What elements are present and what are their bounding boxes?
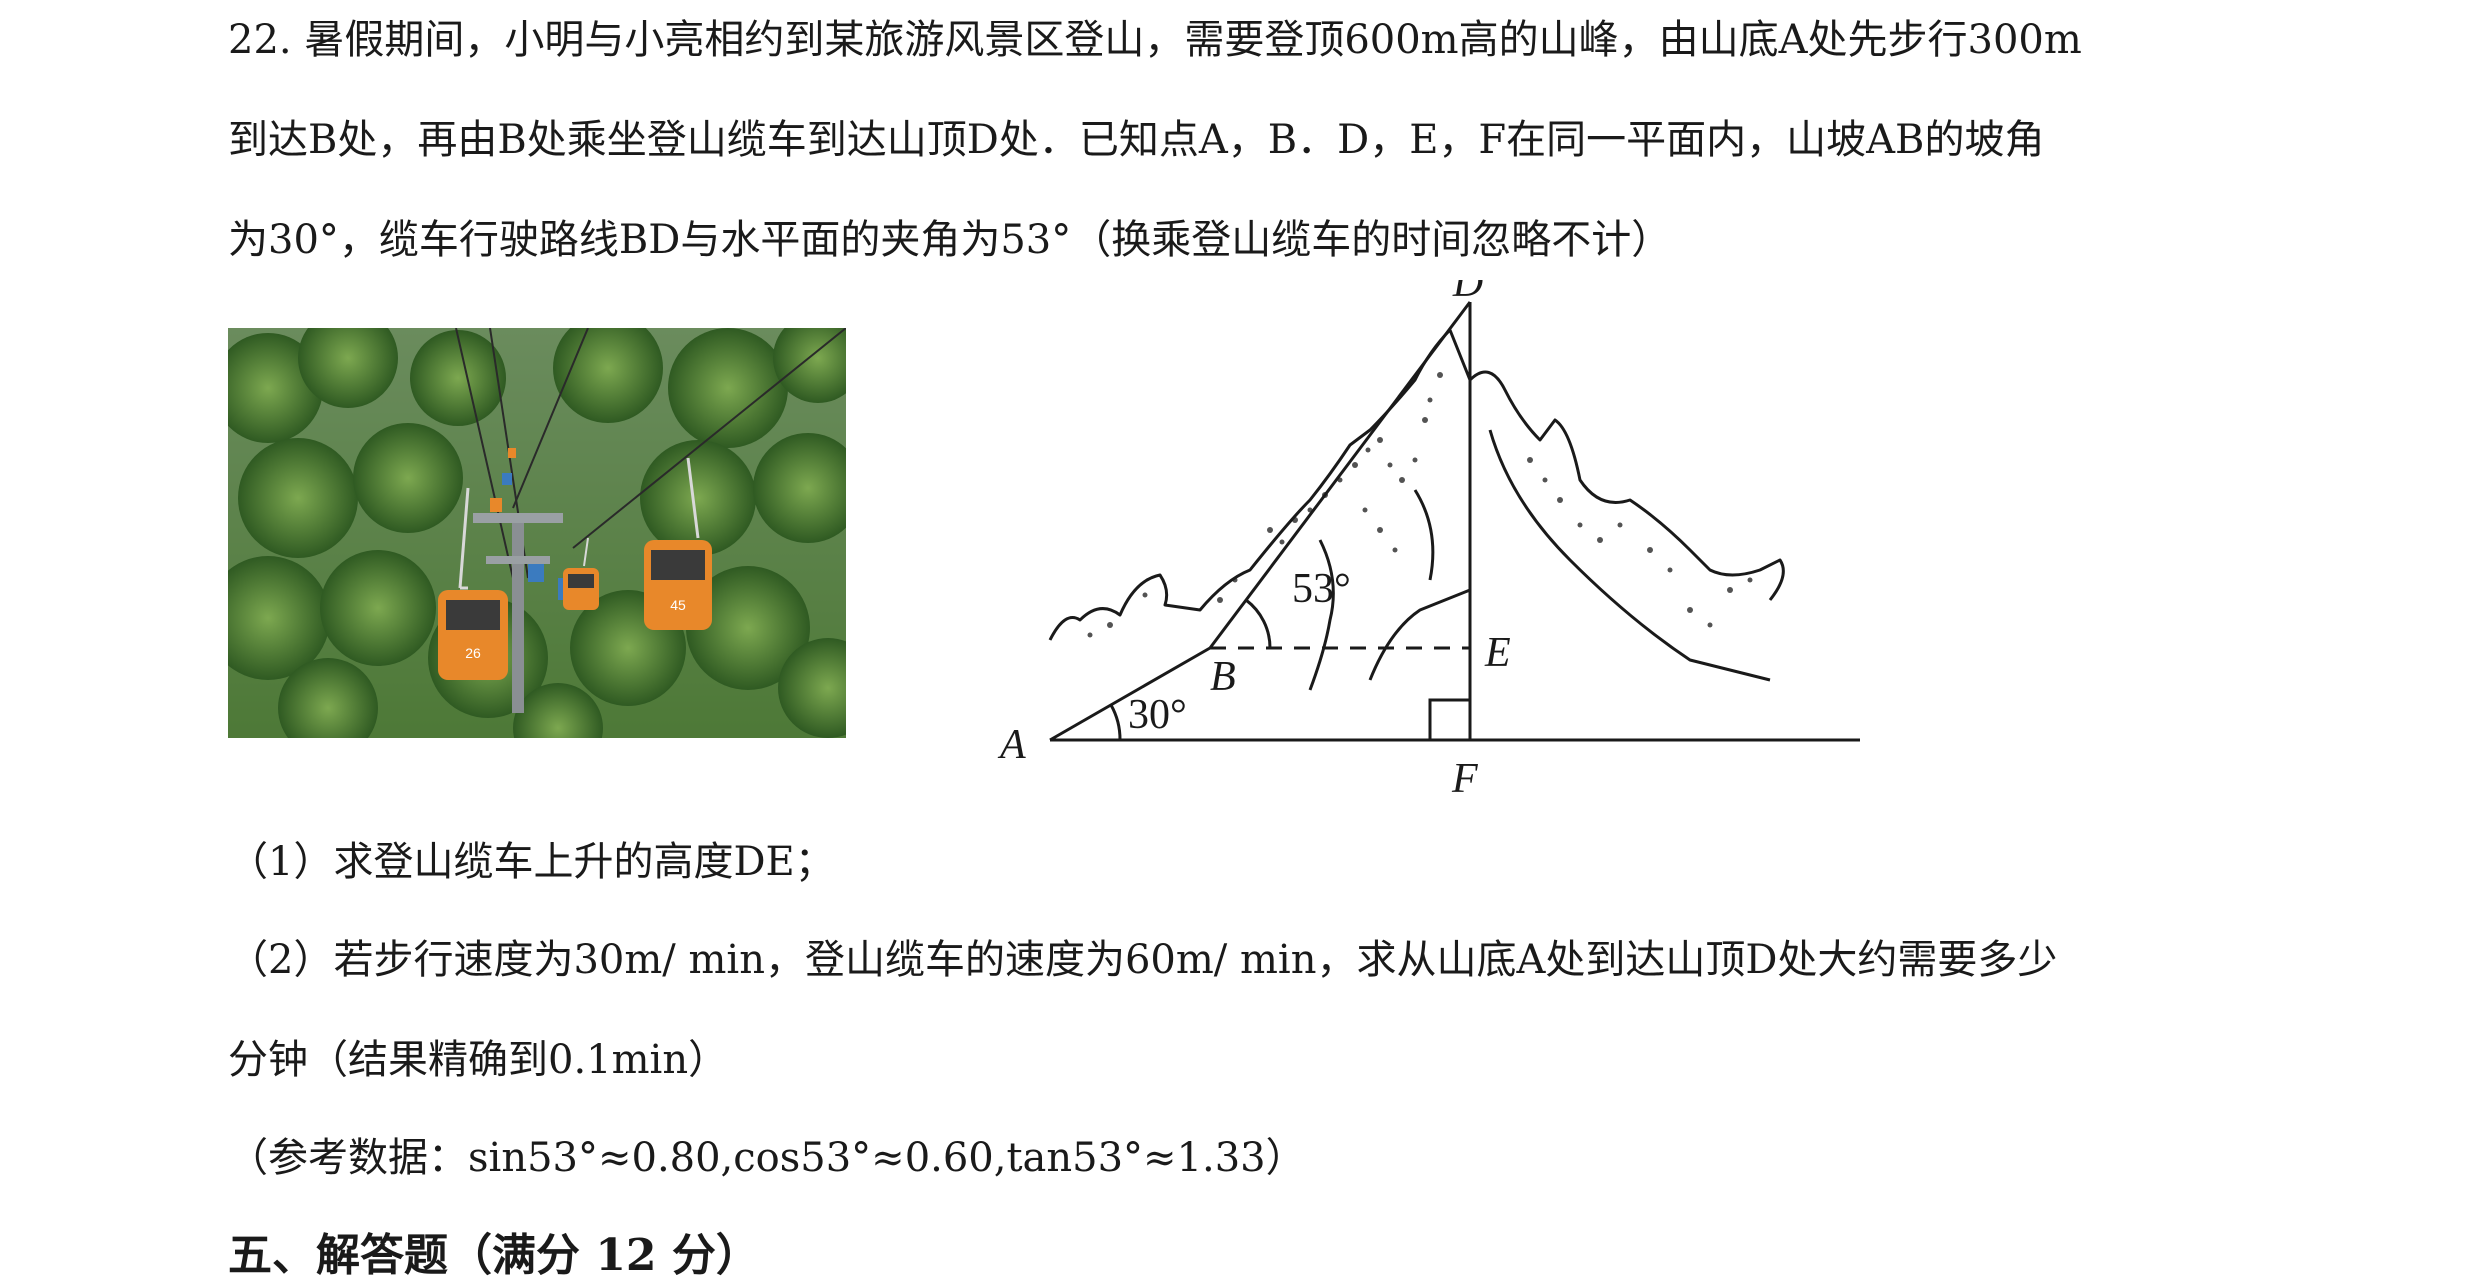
- right-angle-mark: [1428, 698, 1470, 740]
- reference-data: （参考数据：sin53°≈0.80,cos53°≈0.60,tan53°≈1.3…: [228, 1135, 1306, 1181]
- mountain-shading: [1087, 372, 1753, 638]
- mountain-diagram: D A B E F 30° 53°: [997, 280, 1860, 802]
- problem-line-3: 为30°，缆车行驶路线BD与水平面的夹角为53°（换乘登山缆车的时间忽略不计）: [228, 217, 1672, 263]
- label-D: D: [1452, 280, 1483, 306]
- cabin-45-number: 45: [670, 597, 686, 613]
- angle-arc-53: [1245, 598, 1272, 649]
- label-B: B: [1210, 654, 1236, 700]
- angle-label-30: 30°: [1128, 692, 1187, 738]
- problem-line-1: 22. 暑假期间，小明与小亮相约到某旅游风景区登山，需要登顶600m高的山峰，由…: [228, 17, 2082, 63]
- question-2-line-2: 分钟（结果精确到0.1min）: [228, 1037, 729, 1083]
- problem-line-2: 到达B处，再由B处乘坐登山缆车到达山顶D处．已知点A，B．D，E，F在同一平面内…: [228, 117, 2045, 163]
- cable-car-photo: 26 45: [228, 328, 846, 738]
- label-E: E: [1484, 630, 1511, 676]
- question-2-line-1: （2）若步行速度为30m/ min，登山缆车的速度为60m/ min，求从山底A…: [228, 937, 2058, 983]
- question-1: （1）求登山缆车上升的高度DE；: [228, 839, 835, 885]
- cabin-26-number: 26: [465, 645, 481, 661]
- label-A: A: [997, 722, 1026, 768]
- mountain-outline: [1048, 328, 1785, 691]
- label-F: F: [1451, 756, 1478, 802]
- section-heading: 五、解答题（满分 12 分）: [228, 1230, 760, 1281]
- angle-label-53: 53°: [1292, 566, 1351, 612]
- angle-arc-30: [1109, 704, 1122, 741]
